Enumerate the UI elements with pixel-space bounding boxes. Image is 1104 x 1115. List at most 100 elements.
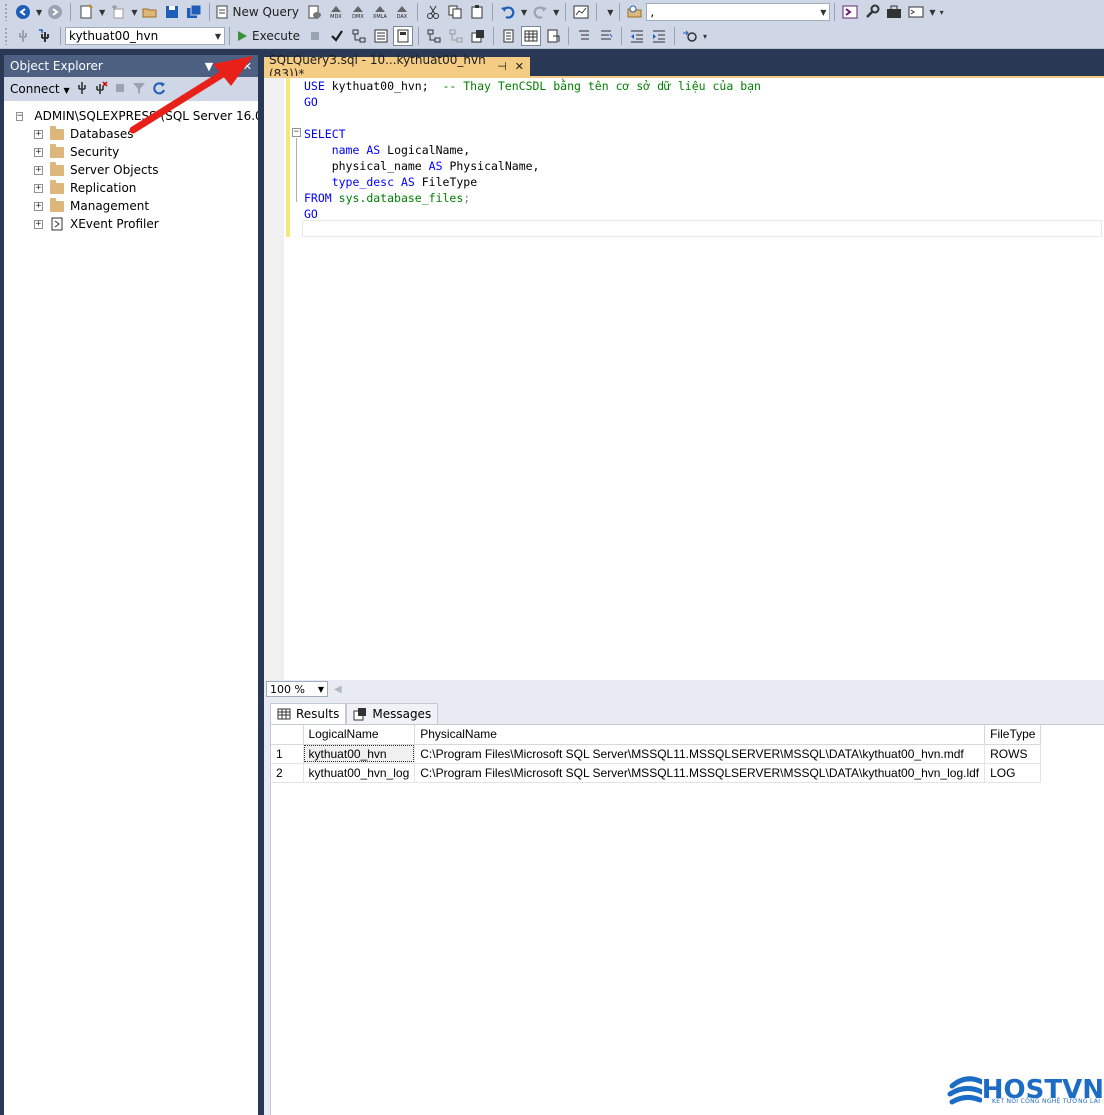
new-project-dropdown-icon[interactable]: ▼ [99, 8, 105, 17]
uncomment-lines-icon[interactable] [596, 26, 616, 46]
expand-icon[interactable]: + [34, 165, 43, 175]
results-grid[interactable]: LogicalName PhysicalName FileType 1 kyth… [270, 724, 1104, 1115]
tab-results[interactable]: Results [270, 703, 347, 724]
available-databases-combo[interactable]: kythuat00_hvn ▼ [65, 27, 225, 45]
change-connection-icon[interactable] [35, 26, 55, 46]
save-icon[interactable] [162, 2, 182, 22]
paste-icon[interactable] [467, 2, 487, 22]
database-engine-query-icon[interactable] [304, 2, 324, 22]
tree-node-security[interactable]: + Security [4, 143, 258, 161]
results-to-text-icon[interactable] [499, 26, 519, 46]
cell-physicalname[interactable]: C:\Program Files\Microsoft SQL Server\MS… [414, 763, 986, 783]
tree-node-management[interactable]: + Management [4, 197, 258, 215]
cell-logicalname[interactable]: kythuat00_hvn_log [303, 763, 416, 783]
auto-hide-pin-icon[interactable]: ⊣ [223, 60, 233, 73]
results-to-file-icon[interactable] [543, 26, 563, 46]
add-item-icon[interactable] [108, 2, 128, 22]
close-icon[interactable]: ✕ [243, 60, 252, 73]
expand-icon[interactable]: + [34, 201, 43, 211]
filter-icon[interactable] [132, 81, 146, 98]
back-icon[interactable] [13, 2, 33, 22]
back-dropdown-icon[interactable]: ▼ [36, 8, 42, 17]
collapse-icon[interactable]: − [16, 111, 24, 121]
row-number[interactable]: 1 [271, 744, 304, 764]
document-tab-sqlquery3[interactable]: SQLQuery3.sql - 10...kythuat00_hvn (83))… [264, 53, 530, 81]
pin-tab-icon[interactable]: ⊣ [497, 60, 507, 73]
parse-checkmark-icon[interactable] [327, 26, 347, 46]
zoom-combo[interactable]: 100 % ▼ [266, 681, 328, 697]
activity-monitor-icon[interactable] [571, 2, 591, 22]
query-editor[interactable]: − USE kythuat00_hvn; -- Thay TenCSDL bằn… [264, 78, 1104, 680]
column-header-logicalname[interactable]: LogicalName [303, 725, 416, 745]
results-to-grid-icon[interactable] [521, 26, 541, 46]
wrench-icon[interactable] [862, 2, 882, 22]
include-client-statistics-icon[interactable] [468, 26, 488, 46]
dmx-query-icon[interactable]: DMX [348, 2, 368, 22]
include-actual-plan-icon[interactable] [424, 26, 444, 46]
toolbar-grip[interactable] [4, 27, 8, 45]
visual-studio-icon[interactable] [840, 2, 860, 22]
window-position-dropdown-icon[interactable]: ▼ [205, 60, 213, 73]
add-item-dropdown-icon[interactable]: ▼ [131, 8, 137, 17]
include-live-statistics-icon[interactable] [446, 26, 466, 46]
row-number-header[interactable] [271, 725, 304, 745]
intellisense-enabled-icon[interactable] [393, 26, 413, 46]
toolbox-icon[interactable] [884, 2, 904, 22]
cell-physicalname[interactable]: C:\Program Files\Microsoft SQL Server\MS… [414, 744, 986, 764]
stop-icon[interactable] [114, 82, 126, 97]
column-header-physicalname[interactable]: PhysicalName [414, 725, 986, 745]
redo-dropdown-icon[interactable]: ▼ [553, 8, 559, 17]
find-in-files-icon[interactable] [625, 2, 645, 22]
expand-icon[interactable]: + [34, 129, 43, 139]
comment-out-lines-icon[interactable] [574, 26, 594, 46]
decrease-indent-icon[interactable] [627, 26, 647, 46]
display-estimated-plan-icon[interactable] [349, 26, 369, 46]
cell-filetype[interactable]: LOG [984, 763, 1042, 783]
cell-filetype[interactable]: ROWS [984, 744, 1042, 764]
specify-template-parameters-icon[interactable] [680, 26, 700, 46]
cancel-query-icon[interactable] [305, 26, 325, 46]
undo-icon[interactable] [498, 2, 518, 22]
column-header-filetype[interactable]: FileType [984, 725, 1042, 745]
scroll-left-icon[interactable]: ◀ [334, 684, 342, 695]
mdx-query-icon[interactable]: MDX [326, 2, 346, 22]
expand-icon[interactable]: + [34, 183, 43, 193]
overflow-dropdown-icon[interactable]: ▼ [607, 8, 613, 17]
tree-node-server[interactable]: − ADMIN\SQLEXPRESS (SQL Server 16.0.1 [4, 107, 274, 125]
cell-logicalname[interactable]: kythuat00_hvn [303, 744, 416, 764]
refresh-icon[interactable] [152, 81, 166, 98]
forward-icon[interactable] [45, 2, 65, 22]
connect-icon[interactable] [13, 26, 33, 46]
row-number[interactable]: 2 [271, 763, 304, 783]
command-dropdown-icon[interactable]: ▼ [929, 8, 935, 17]
cut-icon[interactable] [423, 2, 443, 22]
tree-node-server-objects[interactable]: + Server Objects [4, 161, 258, 179]
toolbar-grip[interactable] [4, 3, 8, 21]
tree-node-xevent-profiler[interactable]: + XEvent Profiler [4, 215, 258, 233]
tree-node-replication[interactable]: + Replication [4, 179, 258, 197]
disconnect-icon[interactable] [94, 80, 108, 98]
command-window-icon[interactable] [906, 2, 926, 22]
close-tab-icon[interactable]: ✕ [515, 60, 524, 73]
execute-button[interactable]: Execute [235, 26, 303, 46]
collapse-region-icon[interactable]: − [292, 128, 301, 137]
dax-query-icon[interactable]: DAX [392, 2, 412, 22]
copy-icon[interactable] [445, 2, 465, 22]
expand-icon[interactable]: + [34, 147, 43, 157]
increase-indent-icon[interactable] [649, 26, 669, 46]
connect-dropdown-button[interactable]: Connect ▼ [10, 82, 70, 96]
toolbar-options-icon[interactable]: ▾ [703, 32, 707, 41]
xmla-query-icon[interactable]: XMLA [370, 2, 390, 22]
toolbar-options-icon[interactable]: ▾ [940, 8, 944, 17]
new-project-icon[interactable] [76, 2, 96, 22]
tab-messages[interactable]: Messages [346, 703, 439, 724]
connect-plug-icon[interactable] [76, 81, 88, 98]
table-row[interactable]: 2 kythuat00_hvn_log C:\Program Files\Mic… [271, 763, 1042, 783]
open-file-icon[interactable] [140, 2, 160, 22]
redo-icon[interactable] [530, 2, 550, 22]
expand-icon[interactable]: + [34, 219, 43, 229]
tree-node-databases[interactable]: + Databases [4, 125, 258, 143]
save-all-icon[interactable] [184, 2, 204, 22]
find-combo[interactable]: , ▼ [646, 3, 831, 21]
undo-dropdown-icon[interactable]: ▼ [521, 8, 527, 17]
